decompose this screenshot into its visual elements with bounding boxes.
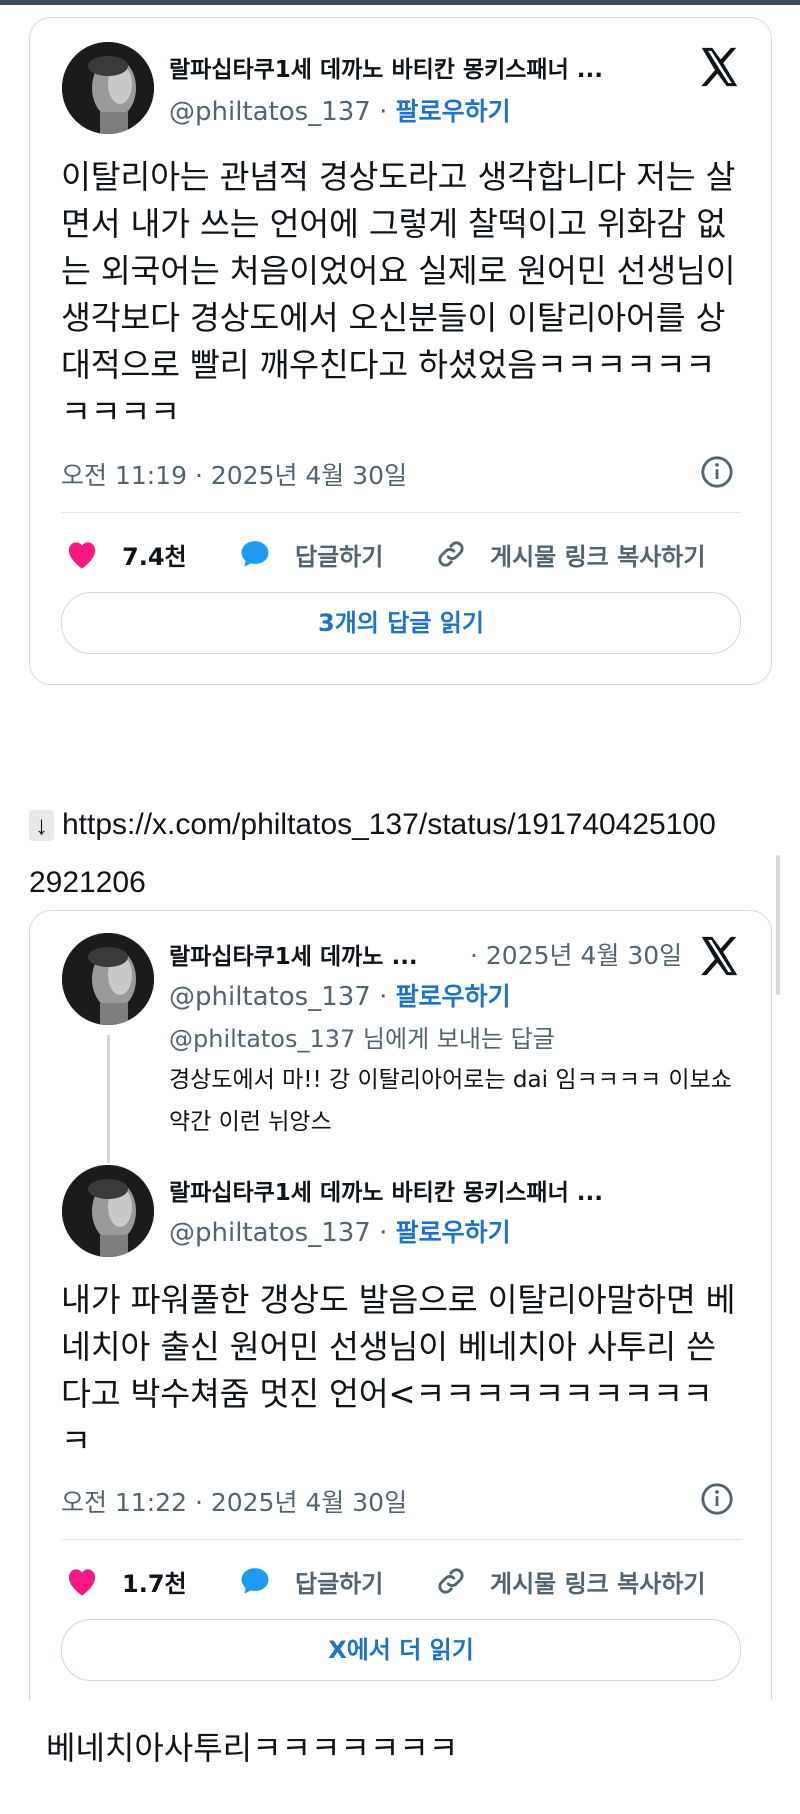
timestamp[interactable]: 오전 11:22 · 2025년 4월 30일 — [61, 1483, 407, 1519]
reply-button[interactable]: 답글하기 — [237, 534, 383, 574]
heart-icon — [68, 542, 96, 569]
author-handle-line: @philtatos_137 · 팔로우하기 — [169, 92, 511, 128]
avatar[interactable] — [62, 1165, 154, 1257]
like-count: 1.7천 — [122, 1569, 187, 1598]
heart-icon — [68, 1569, 96, 1596]
info-icon[interactable] — [700, 455, 734, 489]
down-arrow-icon: ↓ — [29, 810, 54, 841]
reply-to-label[interactable]: @philtatos_137 님에게 보내는 답글 — [169, 1019, 555, 1054]
reply-button[interactable]: 답글하기 — [237, 1561, 383, 1601]
follow-button[interactable]: 팔로우하기 — [396, 97, 511, 126]
tweet-text: 내가 파워풀한 갱상도 발음으로 이탈리아말하면 베네치아 출신 원어민 선생님… — [61, 1281, 736, 1460]
author-handle[interactable]: @philtatos_137 — [169, 1218, 371, 1248]
copy-link-button[interactable]: 게시물 링크 복사하기 — [434, 1561, 705, 1601]
top-status-bar — [0, 0, 800, 5]
x-logo-icon[interactable] — [696, 933, 742, 979]
x-logo-icon[interactable] — [696, 44, 742, 90]
url-text-part2[interactable]: 2921206 — [29, 866, 146, 900]
follow-button[interactable]: 팔로우하기 — [396, 1218, 511, 1247]
parent-handle[interactable]: @philtatos_137 — [169, 982, 371, 1012]
timestamp[interactable]: 오전 11:19 · 2025년 4월 30일 — [61, 456, 407, 492]
parent-tweet-text: 경상도에서 마!! 강 이탈리아어로는 dai 임ㅋㅋㅋㅋ 이보쇼 약간 이런 … — [169, 1067, 732, 1135]
divider — [61, 1539, 741, 1540]
avatar[interactable] — [62, 933, 154, 1025]
separator: · — [379, 982, 388, 1012]
copy-link-label: 게시물 링크 복사하기 — [490, 1569, 706, 1598]
link-icon — [438, 1568, 464, 1594]
link-icon — [438, 541, 464, 567]
tweet-card-1: 랄파십타쿠1세 데까노 바티칸 몽키스패너 ... @philtatos_137… — [29, 17, 772, 685]
author-name[interactable]: 랄파십타쿠1세 데까노 바티칸 몽키스패너 ... — [169, 1173, 669, 1207]
like-button[interactable]: 7.4천 — [64, 534, 187, 574]
tweet-card-2: 랄파십타쿠1세 데까노 ... · 2025년 4월 30일 @philtato… — [29, 910, 772, 1700]
author-name[interactable]: 랄파십타쿠1세 데까노 바티칸 몽키스패너 ... — [169, 50, 669, 84]
info-icon[interactable] — [700, 1482, 734, 1516]
divider — [61, 512, 741, 513]
reply-label: 답글하기 — [295, 1569, 384, 1598]
copy-link-button[interactable]: 게시물 링크 복사하기 — [434, 534, 705, 574]
scrollbar[interactable] — [776, 855, 780, 995]
like-button[interactable]: 1.7천 — [64, 1561, 187, 1601]
read-more-on-x-button[interactable]: X에서 더 읽기 — [61, 1619, 741, 1681]
tweet-text: 이탈리아는 관념적 경상도라고 생각합니다 저는 살면서 내가 쓰는 언어에 그… — [61, 158, 736, 431]
url-text-part1[interactable]: https://x.com/philtatos_137/status/19174… — [62, 808, 716, 841]
follow-button[interactable]: 팔로우하기 — [396, 982, 511, 1011]
status-link[interactable]: ↓ https://x.com/philtatos_137/status/1917… — [29, 808, 716, 842]
author-handle[interactable]: @philtatos_137 — [169, 97, 371, 127]
author-handle-line: @philtatos_137 · 팔로우하기 — [169, 1213, 511, 1249]
separator: · — [379, 1218, 388, 1248]
separator: · — [379, 97, 388, 127]
reply-bubble-icon — [241, 541, 269, 567]
caption-text: 베네치아사투리ㅋㅋㅋㅋㅋㅋㅋ — [46, 1729, 459, 1767]
parent-handle-line: @philtatos_137 · 팔로우하기 — [169, 977, 511, 1013]
parent-date[interactable]: · 2025년 4월 30일 — [470, 936, 682, 972]
copy-link-label: 게시물 링크 복사하기 — [490, 542, 706, 571]
reply-label: 답글하기 — [295, 542, 384, 571]
avatar[interactable] — [62, 42, 154, 134]
thread-line — [107, 1035, 110, 1163]
like-count: 7.4천 — [122, 542, 187, 571]
parent-author-name[interactable]: 랄파십타쿠1세 데까노 ... — [169, 937, 459, 971]
reply-bubble-icon — [241, 1568, 269, 1594]
read-replies-button[interactable]: 3개의 답글 읽기 — [61, 592, 741, 654]
